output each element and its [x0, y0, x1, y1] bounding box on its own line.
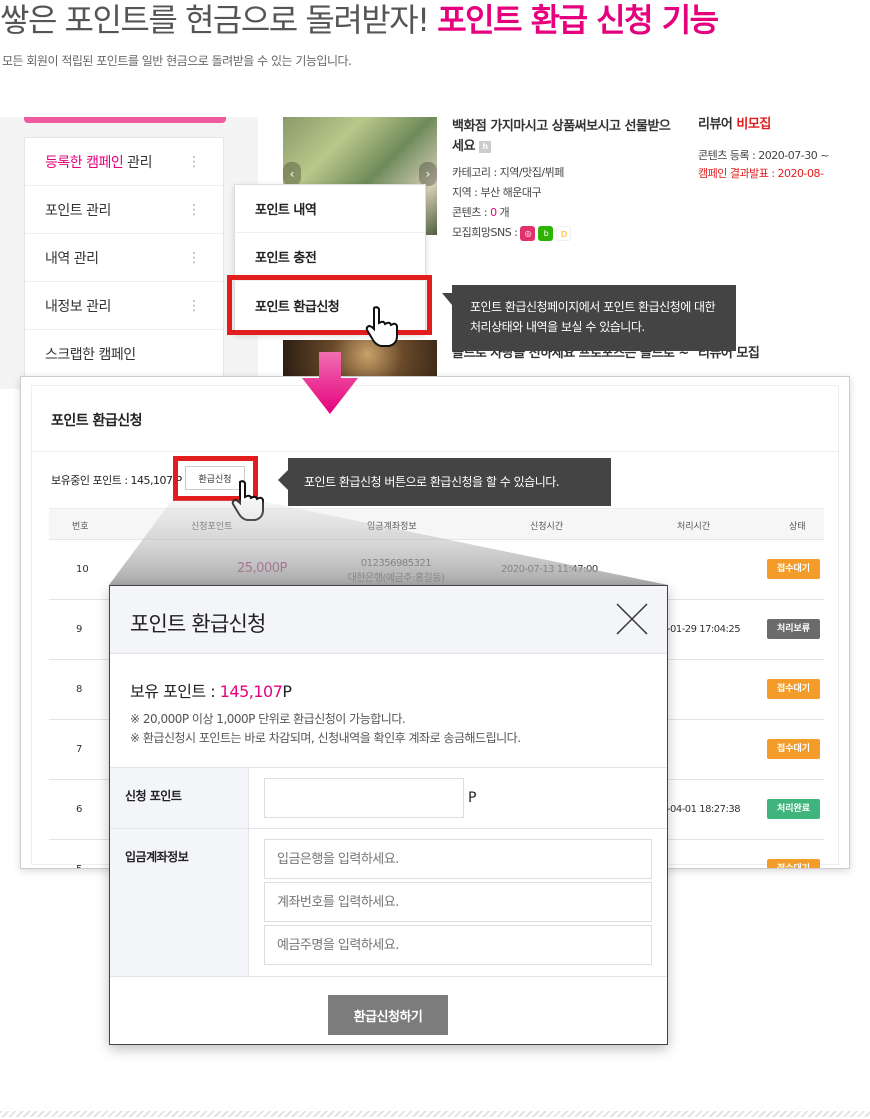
kebab-icon[interactable]: ⋮: [187, 202, 201, 218]
sidebar-item-label: 등록한 캠페인: [45, 154, 124, 171]
sidebar-item-myinfo[interactable]: 내정보 관리 ⋮: [25, 282, 223, 330]
instagram-icon: ◎: [520, 225, 536, 241]
status-badge: 처리보류: [767, 619, 820, 639]
headline: 쌓은 포인트를 현금으로 돌려받자! 포인트 환급 신청 기능: [0, 0, 719, 40]
status-badge: 접수대기: [767, 559, 820, 579]
sidebar-item-history[interactable]: 내역 관리 ⋮: [25, 234, 223, 282]
down-arrow-icon: [302, 352, 358, 414]
refund-form: 신청 포인트 P 입금계좌정보: [110, 767, 667, 977]
sidebar-menu: 등록한 캠페인 관리 ⋮ 포인트 관리 ⋮ 내역 관리 ⋮ 내정보 관리 ⋮ 스크랩한 …: [24, 137, 224, 389]
page-title: 포인트 환급신청: [51, 413, 143, 429]
submenu-item-point-charge[interactable]: 포인트 충전: [235, 233, 425, 281]
sidebar-item-label: 관리: [123, 154, 152, 171]
kebab-icon[interactable]: ⋮: [187, 250, 201, 266]
modal-title: 포인트 환급신청: [130, 612, 266, 636]
status-badge: 접수대기: [767, 859, 820, 868]
sidebar-item-label: 내역 관리: [45, 250, 99, 267]
hand-cursor-icon: [231, 480, 264, 521]
next-arrow-icon[interactable]: ›: [419, 162, 437, 186]
submit-refund-button[interactable]: 환급신청하기: [328, 995, 448, 1035]
account-label: 입금계좌정보: [125, 850, 189, 864]
status-badge: 처리완료: [767, 799, 820, 819]
status-badge: 접수대기: [767, 679, 820, 699]
subline: 모든 회원이 적립된 포인트를 일반 현금으로 돌려받을 수 있는 기능입니다.: [2, 54, 352, 68]
account-number-input[interactable]: [264, 882, 652, 922]
refund-modal: 포인트 환급신청 보유 포인트 : 145,107P ※ 20,000P 이상 …: [109, 585, 668, 1045]
pink-bar: [24, 117, 226, 123]
campaign-contents: 콘텐츠 : 0 개: [452, 206, 510, 219]
sidebar-item-label: 포인트 관리: [45, 202, 111, 219]
campaign-info: 카테고리 : 지역/맛집/뷔페 지역 : 부산 해운대구 콘텐츠 : 0 개 모…: [452, 163, 572, 243]
campaign-category: 카테고리 : 지역/맛집/뷔페: [452, 166, 564, 179]
campaign-dates: 콘텐츠 등록 : 2020-07-30 ~ 캠페인 결과발표 : 2020-08…: [698, 149, 829, 180]
campaign-title[interactable]: 백화점 가지마시고 상품써보시고 선물받으세요 h: [452, 117, 678, 157]
owned-points: 보유중인 포인트 : 145,107 P: [51, 474, 182, 487]
status-badge: 접수대기: [767, 739, 820, 759]
dotted-divider: [0, 1111, 870, 1117]
close-icon[interactable]: [615, 602, 649, 636]
point-input[interactable]: [264, 778, 464, 818]
daum-icon: D: [556, 225, 572, 241]
tooltip-refund-button: 포인트 환급신청 버튼으로 환급신청을 할 수 있습니다.: [278, 458, 611, 506]
blog-icon: b: [538, 225, 554, 241]
submenu-item-point-history[interactable]: 포인트 내역: [235, 185, 425, 233]
kebab-icon[interactable]: ⋮: [187, 298, 201, 314]
campaign-region: 지역 : 부산 해운대구: [452, 186, 542, 199]
campaign-sns: 모집희망SNS : ◎ b D: [452, 223, 572, 243]
hand-cursor-icon: [365, 306, 398, 347]
tooltip-refund-page: 포인트 환급신청페이지에서 포인트 환급신청에 대한 처리상태와 내역을 보실 …: [442, 285, 736, 351]
bank-input[interactable]: [264, 839, 652, 879]
sidebar-item-point[interactable]: 포인트 관리 ⋮: [25, 186, 223, 234]
point-unit: P: [468, 790, 477, 806]
headline-highlight: 포인트 환급 신청 기능: [437, 1, 719, 39]
reviewer-status: 리뷰어 비모집: [698, 117, 771, 132]
account-holder-input[interactable]: [264, 925, 652, 965]
sidebar-item-label: 내정보 관리: [45, 298, 111, 315]
modal-notes: ※ 20,000P 이상 1,000P 단위로 환급신청이 가능합니다. ※ 환…: [130, 712, 521, 745]
headline-main: 쌓은 포인트를 현금으로 돌려받자!: [0, 1, 438, 39]
sidebar-item-campaign[interactable]: 등록한 캠페인 관리 ⋮: [25, 138, 223, 186]
hit-icon: h: [478, 140, 491, 153]
sidebar-item-scrap[interactable]: 스크랩한 캠페인: [25, 330, 223, 378]
modal-header: 포인트 환급신청: [110, 586, 667, 654]
prev-arrow-icon[interactable]: ‹: [283, 162, 301, 186]
sidebar-item-label: 스크랩한 캠페인: [45, 346, 136, 363]
kebab-icon[interactable]: ⋮: [187, 154, 201, 170]
point-label: 신청 포인트: [125, 789, 182, 803]
modal-owned-points: 보유 포인트 : 145,107P: [130, 682, 292, 701]
table-header: 번호 신청포인트 입금계좌정보 신청시간 처리시간 상태: [49, 508, 824, 540]
